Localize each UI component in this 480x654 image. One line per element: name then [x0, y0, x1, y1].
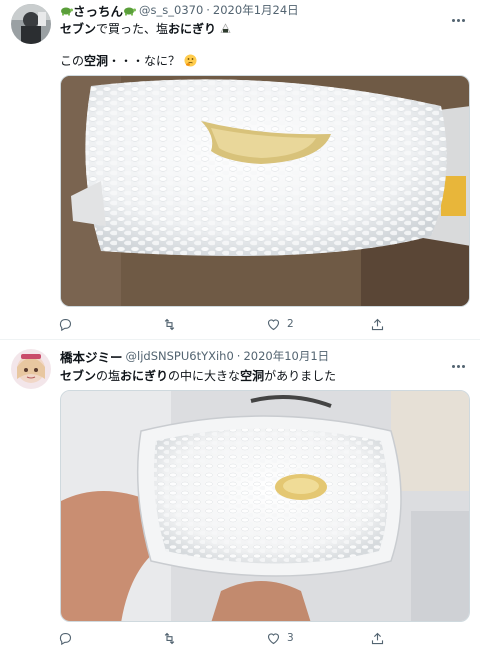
reply-icon	[59, 318, 72, 331]
retweet-button[interactable]	[162, 317, 202, 332]
text-bold: 空洞	[84, 54, 109, 68]
text-plain: がありました	[264, 369, 337, 383]
tweet-photo[interactable]	[60, 75, 470, 307]
tweet[interactable]: 橋本ジミー @ljdSNSPU6tYXih0 · 2020年10月1日 セブンの…	[0, 340, 480, 654]
text-plain: の塩	[96, 369, 121, 383]
text-bold: 空洞	[240, 369, 265, 383]
share-icon	[371, 318, 384, 330]
action-bar: 2	[58, 316, 410, 332]
thinking-face-emoji-icon	[184, 54, 197, 67]
display-name[interactable]: 橋本ジミー	[60, 347, 123, 366]
more-icon[interactable]	[452, 353, 468, 368]
reply-icon	[59, 632, 72, 645]
like-count: 2	[287, 318, 294, 330]
separator-dot: ·	[236, 349, 241, 363]
tweet-date[interactable]: 2020年10月1日	[243, 348, 329, 364]
reply-button[interactable]	[58, 631, 98, 646]
text-plain: この	[60, 54, 85, 68]
text-bold: セブン	[60, 22, 97, 36]
heart-icon	[267, 318, 280, 330]
text-bold: おにぎり	[168, 22, 217, 36]
text-plain: ・・・なに？	[108, 54, 181, 68]
like-button[interactable]: 3	[266, 631, 306, 646]
tweet-text: この空洞・・・なに？	[60, 52, 197, 70]
retweet-icon	[164, 318, 175, 330]
turtle-emoji-icon	[124, 7, 137, 15]
text-bold: セブン	[60, 369, 97, 383]
user-handle[interactable]: @ljdSNSPU6tYXih0	[126, 349, 234, 363]
more-icon[interactable]	[452, 7, 468, 22]
tweet-header: 橋本ジミー @ljdSNSPU6tYXih0 · 2020年10月1日	[60, 347, 450, 366]
user-handle[interactable]: @s_s_0370	[139, 3, 203, 17]
onigiri-emoji-icon	[220, 23, 231, 33]
like-count: 3	[287, 632, 294, 644]
avatar[interactable]	[11, 349, 51, 389]
text-plain: の中に大きな	[168, 369, 241, 383]
display-name[interactable]: さっちん	[73, 1, 123, 20]
reply-button[interactable]	[58, 317, 98, 332]
tweet-date[interactable]: 2020年1月24日	[213, 2, 299, 18]
turtle-emoji-icon	[61, 7, 73, 15]
tweet[interactable]: さっちん @s_s_0370 · 2020年1月24日 セブンで買った、塩おにぎ…	[0, 0, 480, 340]
text-bold: おにぎり	[120, 369, 169, 383]
heart-icon	[267, 632, 280, 644]
share-icon	[371, 632, 384, 644]
tweet-text: セブンで買った、塩おにぎり	[60, 20, 231, 38]
tweet-header: さっちん @s_s_0370 · 2020年1月24日	[60, 1, 450, 20]
share-button[interactable]	[370, 631, 410, 646]
tweet-text: セブンの塩おにぎりの中に大きな空洞がありました	[60, 367, 336, 385]
separator-dot: ·	[206, 3, 210, 17]
like-button[interactable]: 2	[266, 317, 306, 332]
tweet-photo[interactable]	[60, 390, 470, 622]
action-bar: 3	[58, 630, 410, 646]
share-button[interactable]	[370, 317, 410, 332]
text-plain: で買った、塩	[96, 22, 169, 36]
avatar[interactable]	[11, 4, 51, 44]
retweet-icon	[164, 632, 175, 644]
retweet-button[interactable]	[162, 631, 202, 646]
